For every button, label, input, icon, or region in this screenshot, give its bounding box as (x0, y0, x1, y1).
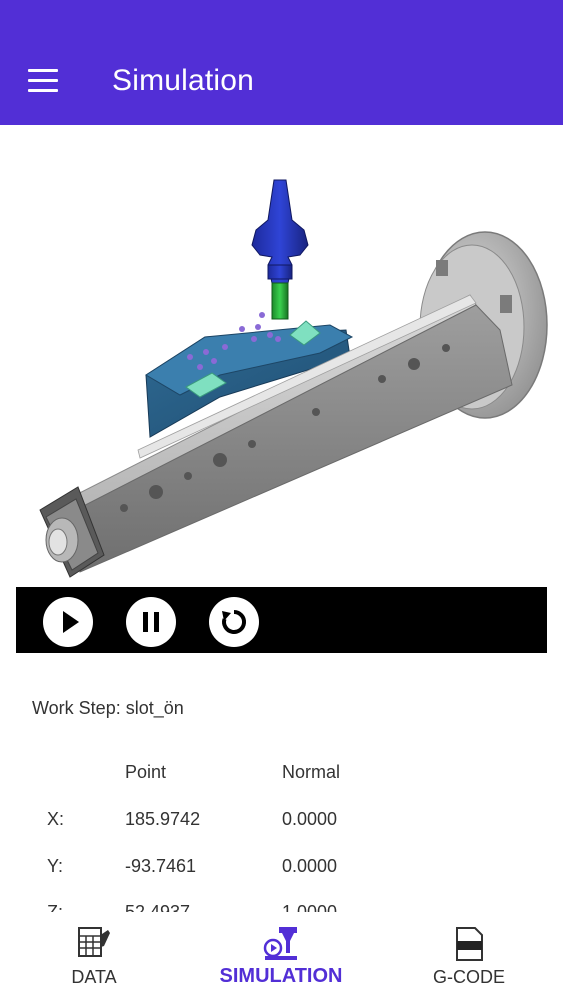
work-step-label: Work Step: slot_ön (32, 698, 184, 718)
row-axis-label: X: (47, 809, 65, 829)
playback-controls (16, 587, 547, 653)
restart-icon (222, 609, 247, 634)
app-bar: Simulation (0, 0, 563, 125)
point-y-value: -93.7461 (125, 856, 197, 876)
nav-label-simulation: SIMULATION (219, 965, 343, 987)
spreadsheet-edit-icon (78, 927, 110, 957)
row-axis-label: Z: (47, 902, 63, 912)
coordinate-table: Point Normal X: 185.9742 0.0000 Y: -93.7… (0, 755, 563, 912)
point-z-value: 52.4937 (125, 902, 191, 912)
hamburger-menu-icon[interactable] (22, 66, 66, 100)
milling-simulation-icon (263, 927, 297, 960)
nav-label-g-code: G-CODE (433, 967, 505, 987)
nav-item-g-code[interactable]: G-CODE (413, 912, 525, 1000)
nav-item-data[interactable]: DATA (38, 912, 150, 1000)
column-header-normal: Normal (282, 762, 341, 782)
nav-item-simulation[interactable]: SIMULATION (205, 912, 357, 1000)
bottom-navigation: DATA SIMULATION G-CODE (0, 912, 563, 1000)
play-button[interactable] (43, 597, 93, 647)
normal-y-value: 0.0000 (282, 856, 338, 876)
simulation-viewport[interactable] (0, 125, 563, 587)
point-x-value: 185.9742 (125, 809, 201, 829)
restart-button[interactable] (209, 597, 259, 647)
row-axis-label: Y: (47, 856, 64, 876)
nav-label-data: DATA (71, 967, 117, 987)
normal-z-value: 1.0000 (282, 902, 338, 912)
play-icon (63, 611, 79, 633)
pause-button[interactable] (126, 597, 176, 647)
pause-icon (143, 612, 159, 632)
file-code-icon (456, 927, 483, 961)
page-title: Simulation (112, 64, 255, 97)
column-header-point: Point (125, 762, 167, 782)
normal-x-value: 0.0000 (282, 809, 338, 829)
machine-model-render (39, 179, 548, 578)
